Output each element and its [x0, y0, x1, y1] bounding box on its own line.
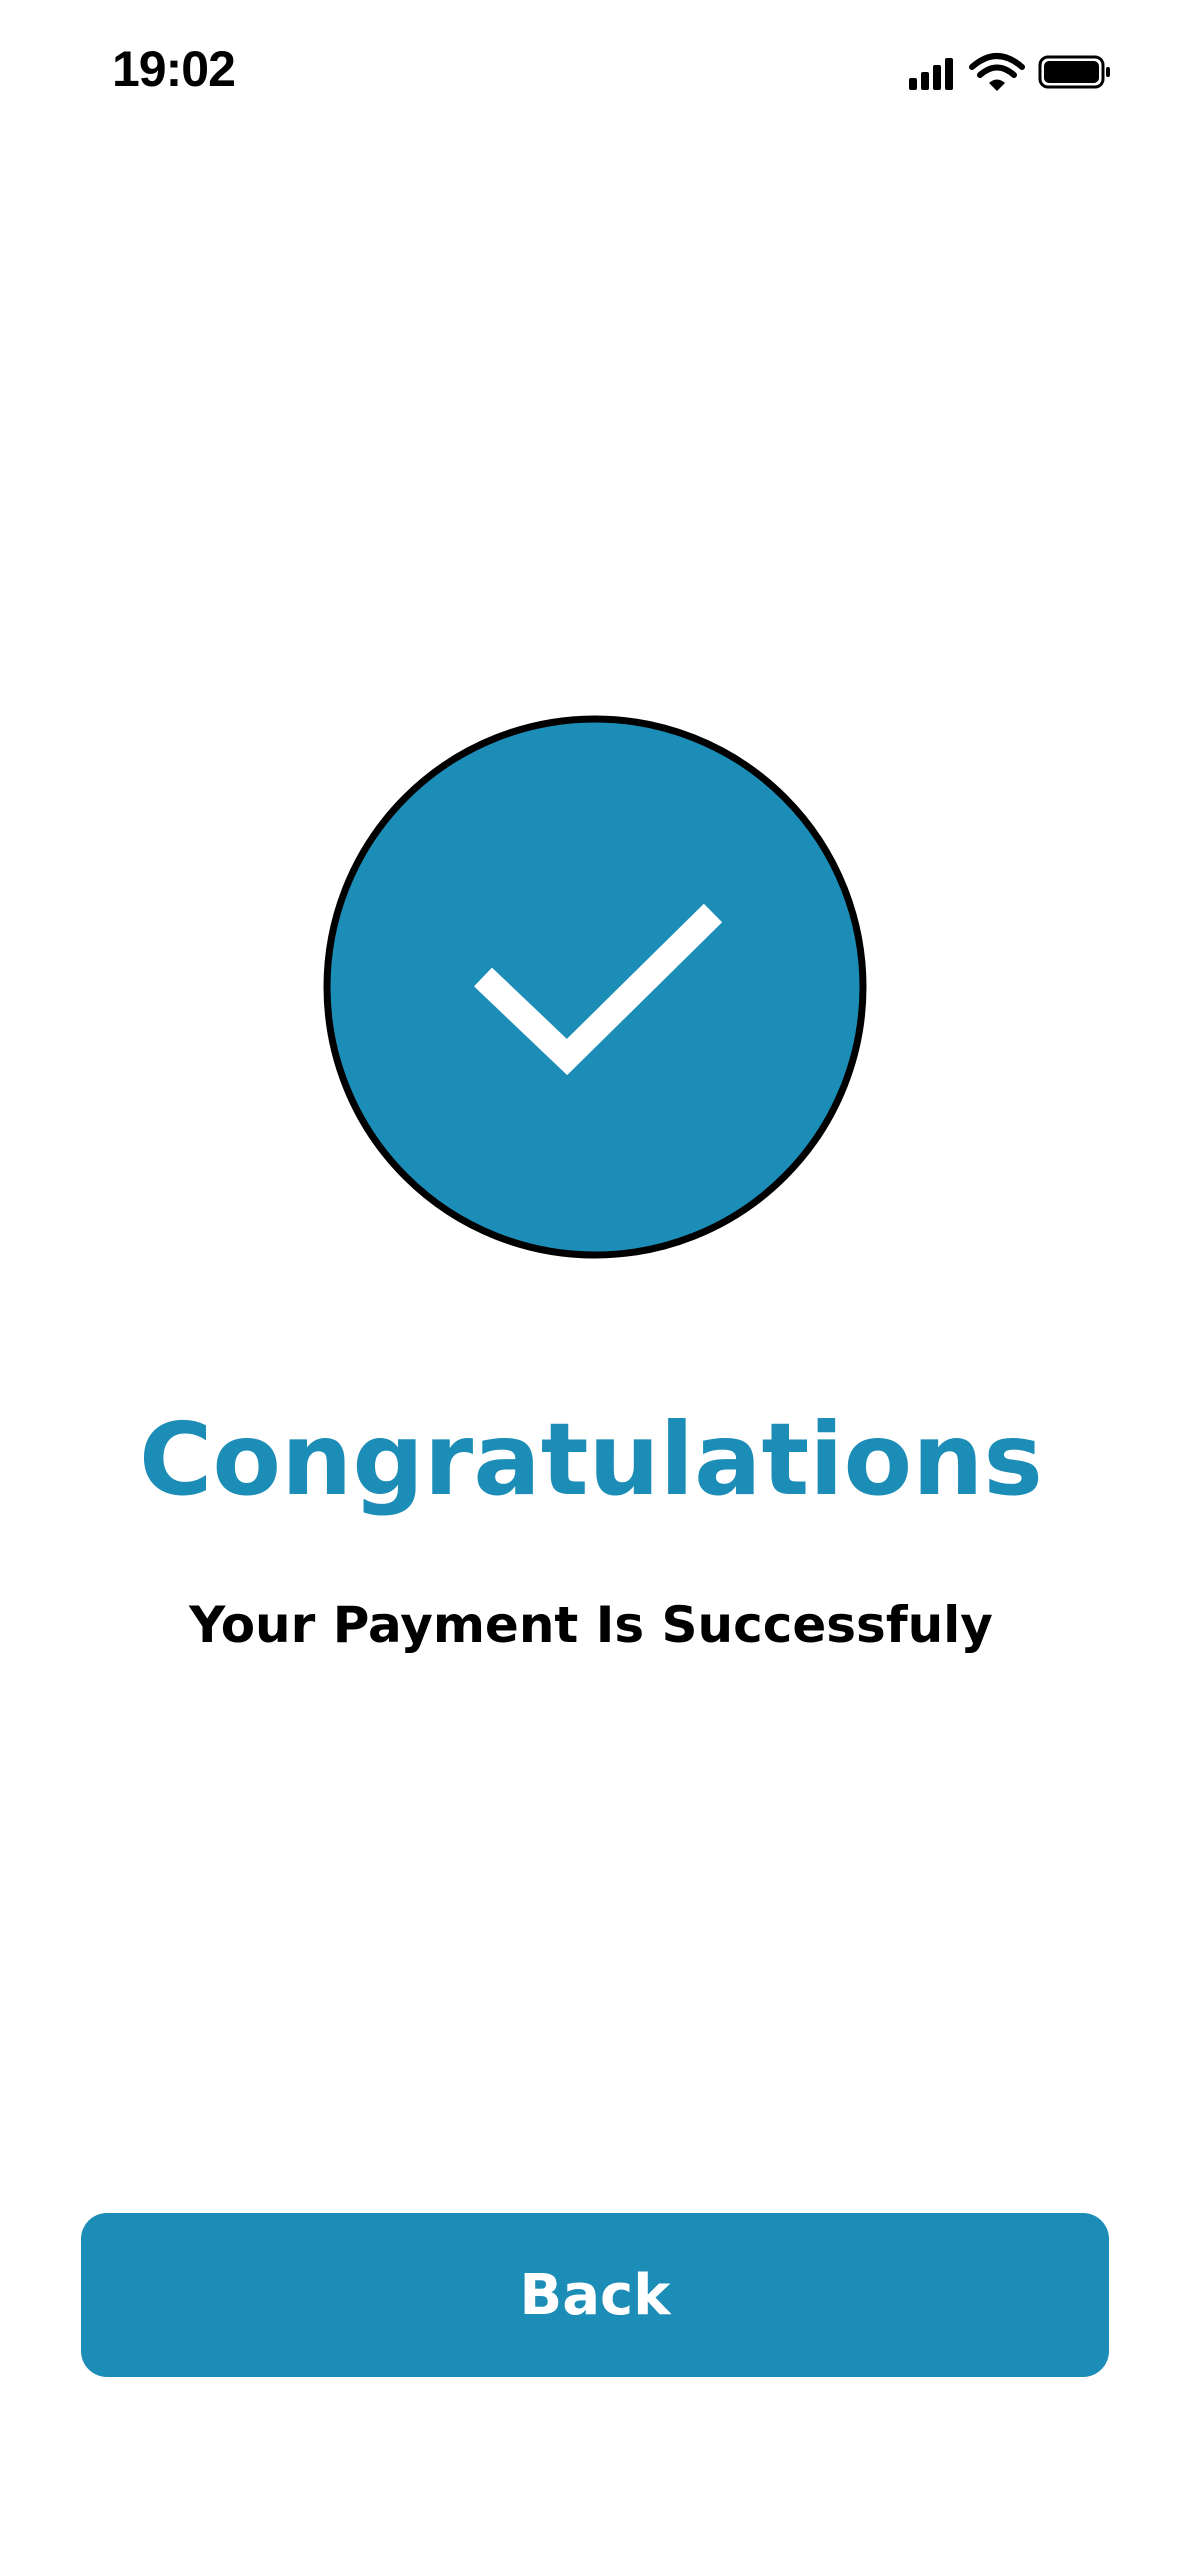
- wifi-icon: [969, 53, 1025, 91]
- status-time: 19:02: [112, 41, 236, 97]
- success-badge: [323, 715, 867, 1259]
- signal-icon: [909, 58, 953, 90]
- success-title: Congratulations: [139, 1401, 1043, 1518]
- success-message: Your Payment Is Successfuly: [189, 1596, 993, 1654]
- back-button[interactable]: Back: [81, 2213, 1109, 2377]
- status-icons: [909, 53, 1110, 91]
- battery-icon: [1038, 55, 1110, 89]
- status-bar: 19:02: [0, 0, 1182, 140]
- success-circle: [323, 715, 867, 1259]
